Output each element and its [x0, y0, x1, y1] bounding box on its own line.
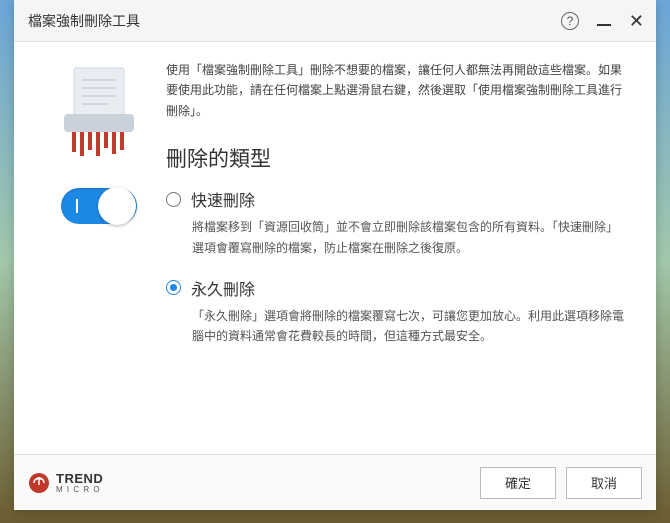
toggle-knob: [98, 187, 136, 225]
footer: TREND M I C R O 確定 取消: [14, 454, 656, 510]
brand-logo-icon: [28, 472, 50, 494]
window-controls: ? ✕: [561, 12, 644, 30]
option-quick: 快速刪除 將檔案移到「資源回收筒」並不會立即刪除該檔案包含的所有資料。「快速刪除…: [166, 187, 626, 258]
option-quick-label: 快速刪除: [191, 187, 255, 211]
brand-text: TREND M I C R O: [56, 472, 103, 494]
minimize-icon[interactable]: [597, 24, 611, 26]
section-title: 刪除的類型: [166, 143, 626, 173]
option-quick-desc: 將檔案移到「資源回收筒」並不會立即刪除該檔案包含的所有資料。「快速刪除」選項會覆…: [192, 217, 626, 258]
window-title: 檔案強制刪除工具: [28, 11, 561, 31]
brand-sub: M I C R O: [56, 486, 103, 494]
cancel-button[interactable]: 取消: [566, 467, 642, 499]
right-column: 使用「檔案強制刪除工具」刪除不想要的檔案，讓任何人都無法再開啟這些檔案。如果要使…: [154, 60, 626, 452]
app-window: 檔案強制刪除工具 ? ✕: [14, 0, 656, 510]
option-quick-row[interactable]: 快速刪除: [166, 187, 626, 211]
option-permanent-row[interactable]: 永久刪除: [166, 276, 626, 300]
ok-button[interactable]: 確定: [480, 467, 556, 499]
option-permanent: 永久刪除 「永久刪除」選項會將刪除的檔案覆寫七次，可讓您更加放心。利用此選項移除…: [166, 276, 626, 347]
enable-toggle[interactable]: [61, 188, 137, 224]
help-icon[interactable]: ?: [561, 12, 579, 30]
option-permanent-label: 永久刪除: [191, 276, 255, 300]
close-icon[interactable]: ✕: [629, 12, 644, 30]
brand: TREND M I C R O: [28, 472, 470, 494]
shredder-icon: [60, 66, 138, 156]
left-column: [44, 60, 154, 452]
intro-text: 使用「檔案強制刪除工具」刪除不想要的檔案，讓任何人都無法再開啟這些檔案。如果要使…: [166, 60, 626, 121]
radio-permanent[interactable]: [166, 280, 181, 295]
option-permanent-desc: 「永久刪除」選項會將刪除的檔案覆寫七次，可讓您更加放心。利用此選項移除電腦中的資…: [192, 306, 626, 347]
radio-quick[interactable]: [166, 192, 181, 207]
brand-main: TREND: [56, 472, 103, 485]
content-area: 使用「檔案強制刪除工具」刪除不想要的檔案，讓任何人都無法再開啟這些檔案。如果要使…: [14, 42, 656, 452]
titlebar: 檔案強制刪除工具 ? ✕: [14, 0, 656, 42]
